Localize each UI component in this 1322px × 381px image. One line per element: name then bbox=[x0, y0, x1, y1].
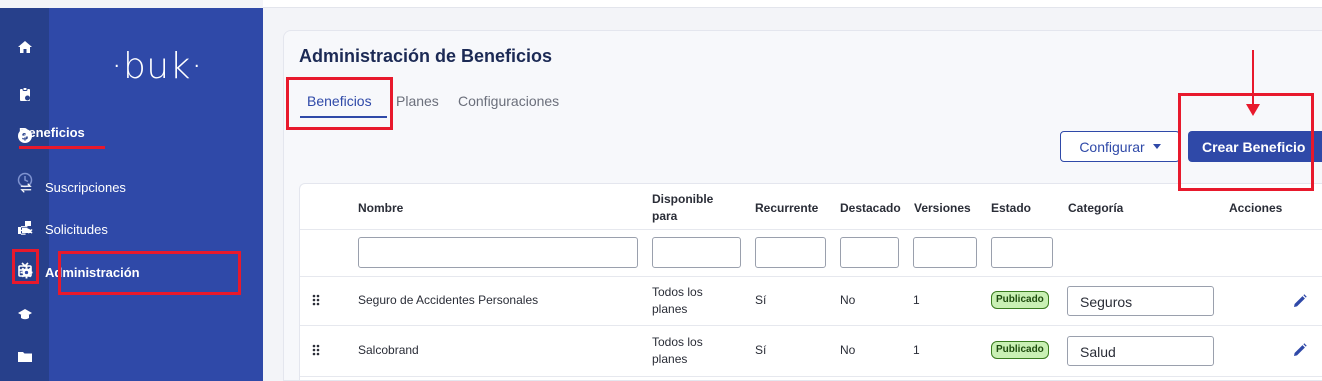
drag-handle-icon[interactable] bbox=[312, 344, 320, 356]
configure-button-label: Configurar bbox=[1079, 138, 1145, 155]
row-divider bbox=[300, 376, 1322, 377]
row-divider bbox=[300, 276, 1322, 277]
category-field[interactable]: Seguros bbox=[1067, 286, 1214, 316]
cell-destacado: No bbox=[840, 343, 856, 357]
row-divider bbox=[300, 325, 1322, 326]
status-badge: Publicado bbox=[991, 291, 1049, 309]
home-icon[interactable] bbox=[16, 38, 34, 56]
row-divider bbox=[300, 229, 1322, 230]
arrow-down-icon bbox=[1246, 104, 1260, 116]
sidebar-item-label: Solicitudes bbox=[45, 222, 108, 237]
highlight-administracion bbox=[58, 251, 241, 295]
column-header-estado[interactable]: Estado bbox=[991, 200, 1031, 217]
top-bar bbox=[263, 0, 1322, 8]
filter-recurrente-input[interactable] bbox=[755, 237, 826, 268]
graduation-cap-icon[interactable] bbox=[16, 305, 34, 323]
list-shuffle-icon bbox=[19, 223, 33, 237]
category-field[interactable]: Salud bbox=[1067, 336, 1214, 366]
cell-recurrente: Sí bbox=[755, 343, 767, 357]
tab-configuraciones[interactable]: Configuraciones bbox=[458, 93, 559, 109]
sidebar-item-label: Suscripciones bbox=[45, 180, 126, 195]
sidebar-section-title[interactable]: Beneficios bbox=[19, 125, 85, 140]
edit-pencil-icon[interactable] bbox=[1293, 294, 1307, 308]
tab-planes[interactable]: Planes bbox=[396, 93, 439, 109]
folder-icon[interactable] bbox=[16, 347, 34, 365]
cell-nombre: Seguro de Accidentes Personales bbox=[358, 293, 539, 307]
cell-recurrente: Sí bbox=[755, 293, 767, 307]
cell-versiones: 1 bbox=[913, 293, 920, 307]
column-header-line: para bbox=[652, 209, 678, 223]
cell-destacado: No bbox=[840, 293, 856, 307]
column-header-acciones: Acciones bbox=[1229, 201, 1283, 215]
column-header-versiones[interactable]: Versiones bbox=[914, 200, 971, 217]
cell-line: planes bbox=[652, 352, 688, 366]
column-header-line: Disponible bbox=[652, 192, 714, 206]
sidebar-item-suscripciones[interactable]: Suscripciones bbox=[19, 180, 126, 195]
highlight-beneficios-tab bbox=[286, 77, 393, 130]
caret-down-icon bbox=[1152, 144, 1161, 149]
drag-handle-icon[interactable] bbox=[312, 294, 320, 306]
edit-pencil-icon[interactable] bbox=[1293, 343, 1307, 357]
highlight-gift-icon bbox=[12, 249, 39, 284]
buk-logo[interactable]: ·buk· bbox=[111, 46, 203, 87]
active-section-underline bbox=[19, 146, 105, 149]
cell-line: planes bbox=[652, 302, 688, 316]
cell-disponible: Todos los planes bbox=[652, 334, 703, 368]
filter-nombre-input[interactable] bbox=[358, 237, 638, 268]
filter-versiones-input[interactable] bbox=[913, 237, 977, 268]
column-header-nombre[interactable]: Nombre bbox=[358, 200, 403, 217]
configure-dropdown-button[interactable]: Configurar bbox=[1060, 131, 1180, 162]
filter-estado-input[interactable] bbox=[991, 237, 1053, 268]
cell-line: Todos los bbox=[652, 335, 703, 349]
page-title: Administración de Beneficios bbox=[299, 46, 553, 66]
filter-disponible-input[interactable] bbox=[652, 237, 741, 268]
cell-nombre: Salcobrand bbox=[358, 343, 419, 357]
column-header-recurrente[interactable]: Recurrente bbox=[755, 200, 818, 217]
clipboard-icon[interactable] bbox=[16, 85, 34, 103]
filter-destacado-input[interactable] bbox=[840, 237, 899, 268]
arrows-swap-icon bbox=[19, 181, 33, 195]
sidebar-item-solicitudes[interactable]: Solicitudes bbox=[19, 222, 108, 237]
column-header-destacado[interactable]: Destacado bbox=[840, 200, 901, 217]
column-header-categoria[interactable]: Categoría bbox=[1068, 200, 1123, 217]
cell-disponible: Todos los planes bbox=[652, 284, 703, 318]
app-root: $ ·buk· Beneficios Suscripciones Solicit… bbox=[0, 0, 1322, 381]
column-header-disponible[interactable]: Disponible para bbox=[652, 191, 713, 225]
status-badge: Publicado bbox=[991, 341, 1049, 359]
cell-versiones: 1 bbox=[913, 343, 920, 357]
cell-line: Todos los bbox=[652, 285, 703, 299]
annotation-arrow bbox=[1252, 50, 1254, 108]
